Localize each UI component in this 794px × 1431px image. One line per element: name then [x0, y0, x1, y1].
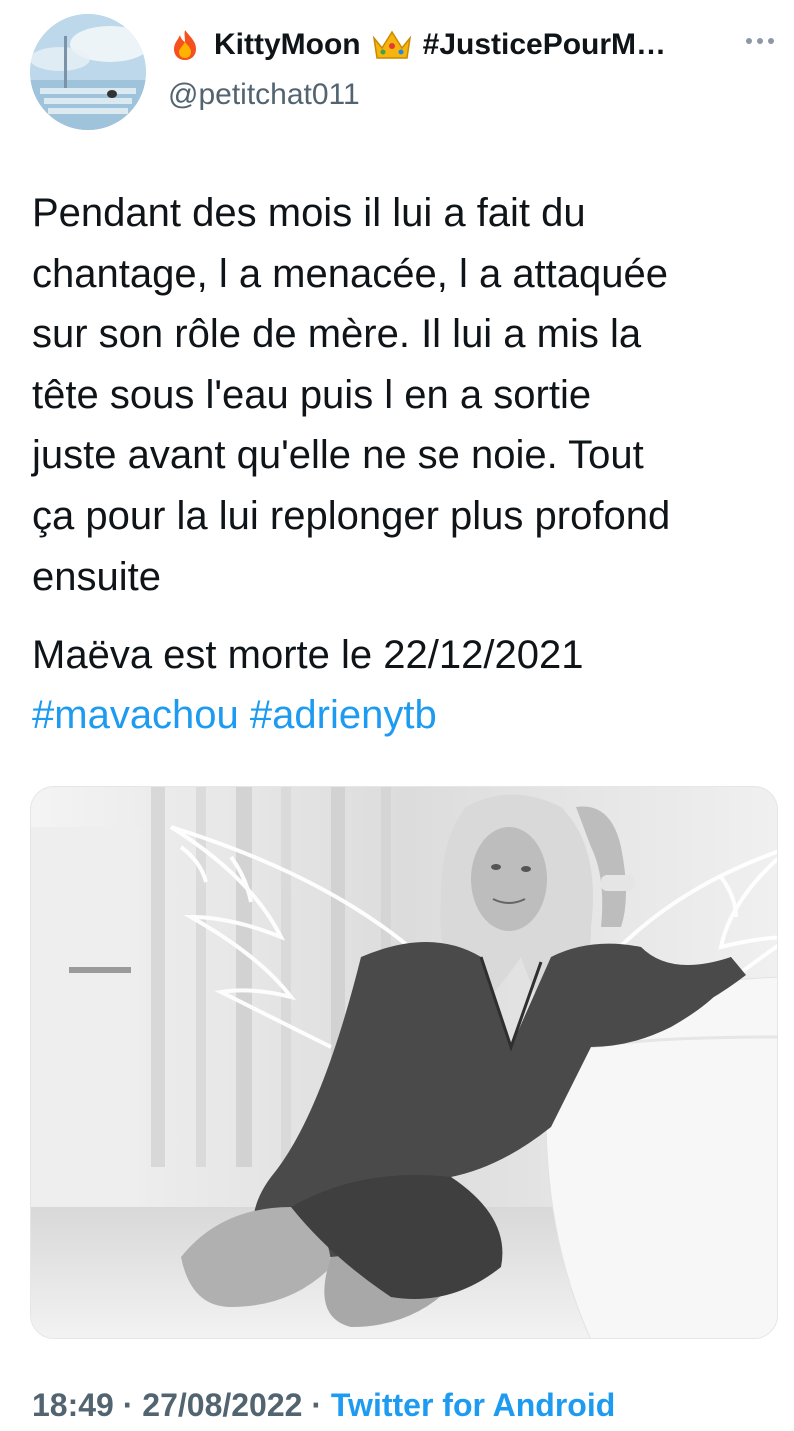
tweet-text-line: ça pour la lui replonger plus profond: [32, 493, 671, 538]
crown-icon: [371, 28, 413, 62]
hashtag-link[interactable]: #mavachou: [32, 693, 239, 737]
tweet-photo[interactable]: [30, 786, 778, 1339]
author-handle[interactable]: @petitchat011: [168, 78, 360, 112]
avatar[interactable]: [30, 14, 146, 130]
tweet-text-line: Pendant des mois il lui a fait du: [32, 191, 586, 235]
tweet-text-line: ensuite: [32, 554, 161, 599]
tweet-text-line: sur son rôle de mère. Il lui a mis la: [32, 312, 642, 357]
author-display-name: KittyMoon: [214, 28, 361, 61]
fire-icon: [168, 28, 202, 62]
more-options-icon[interactable]: [746, 38, 774, 44]
tweet-death-line: Maëva est morte le 22/12/2021: [32, 633, 584, 677]
tweet-text: Pendant des mois il lui a fait du chanta…: [32, 183, 772, 607]
tweet-source-link[interactable]: Twitter for Android: [331, 1387, 615, 1423]
author-name-row[interactable]: KittyMoon #JusticePourM…: [168, 28, 666, 62]
meta-separator: ·: [122, 1387, 134, 1423]
hashtag-list: #mavachou #adrienytb: [32, 685, 437, 745]
tweet-text-line: juste avant qu'elle ne se noie. Tout: [32, 433, 644, 478]
hashtag-link[interactable]: #adrienytb: [250, 693, 437, 737]
tweet-date[interactable]: 27/08/2022: [142, 1387, 302, 1423]
tweet-time[interactable]: 18:49: [32, 1387, 114, 1423]
tweet-text-line: chantage, l a menacée, l a attaquée: [32, 251, 669, 296]
tweet-text-line: tête sous l'eau puis l en a sortie: [32, 372, 592, 417]
meta-separator: ·: [311, 1387, 322, 1423]
tweet-meta: 18:49 · 27/08/2022 · Twitter for Android: [32, 1387, 615, 1424]
tweet: KittyMoon #JusticePourM… @petitchat011 P…: [0, 0, 794, 1431]
author-name-suffix: #JusticePourM…: [422, 28, 667, 61]
